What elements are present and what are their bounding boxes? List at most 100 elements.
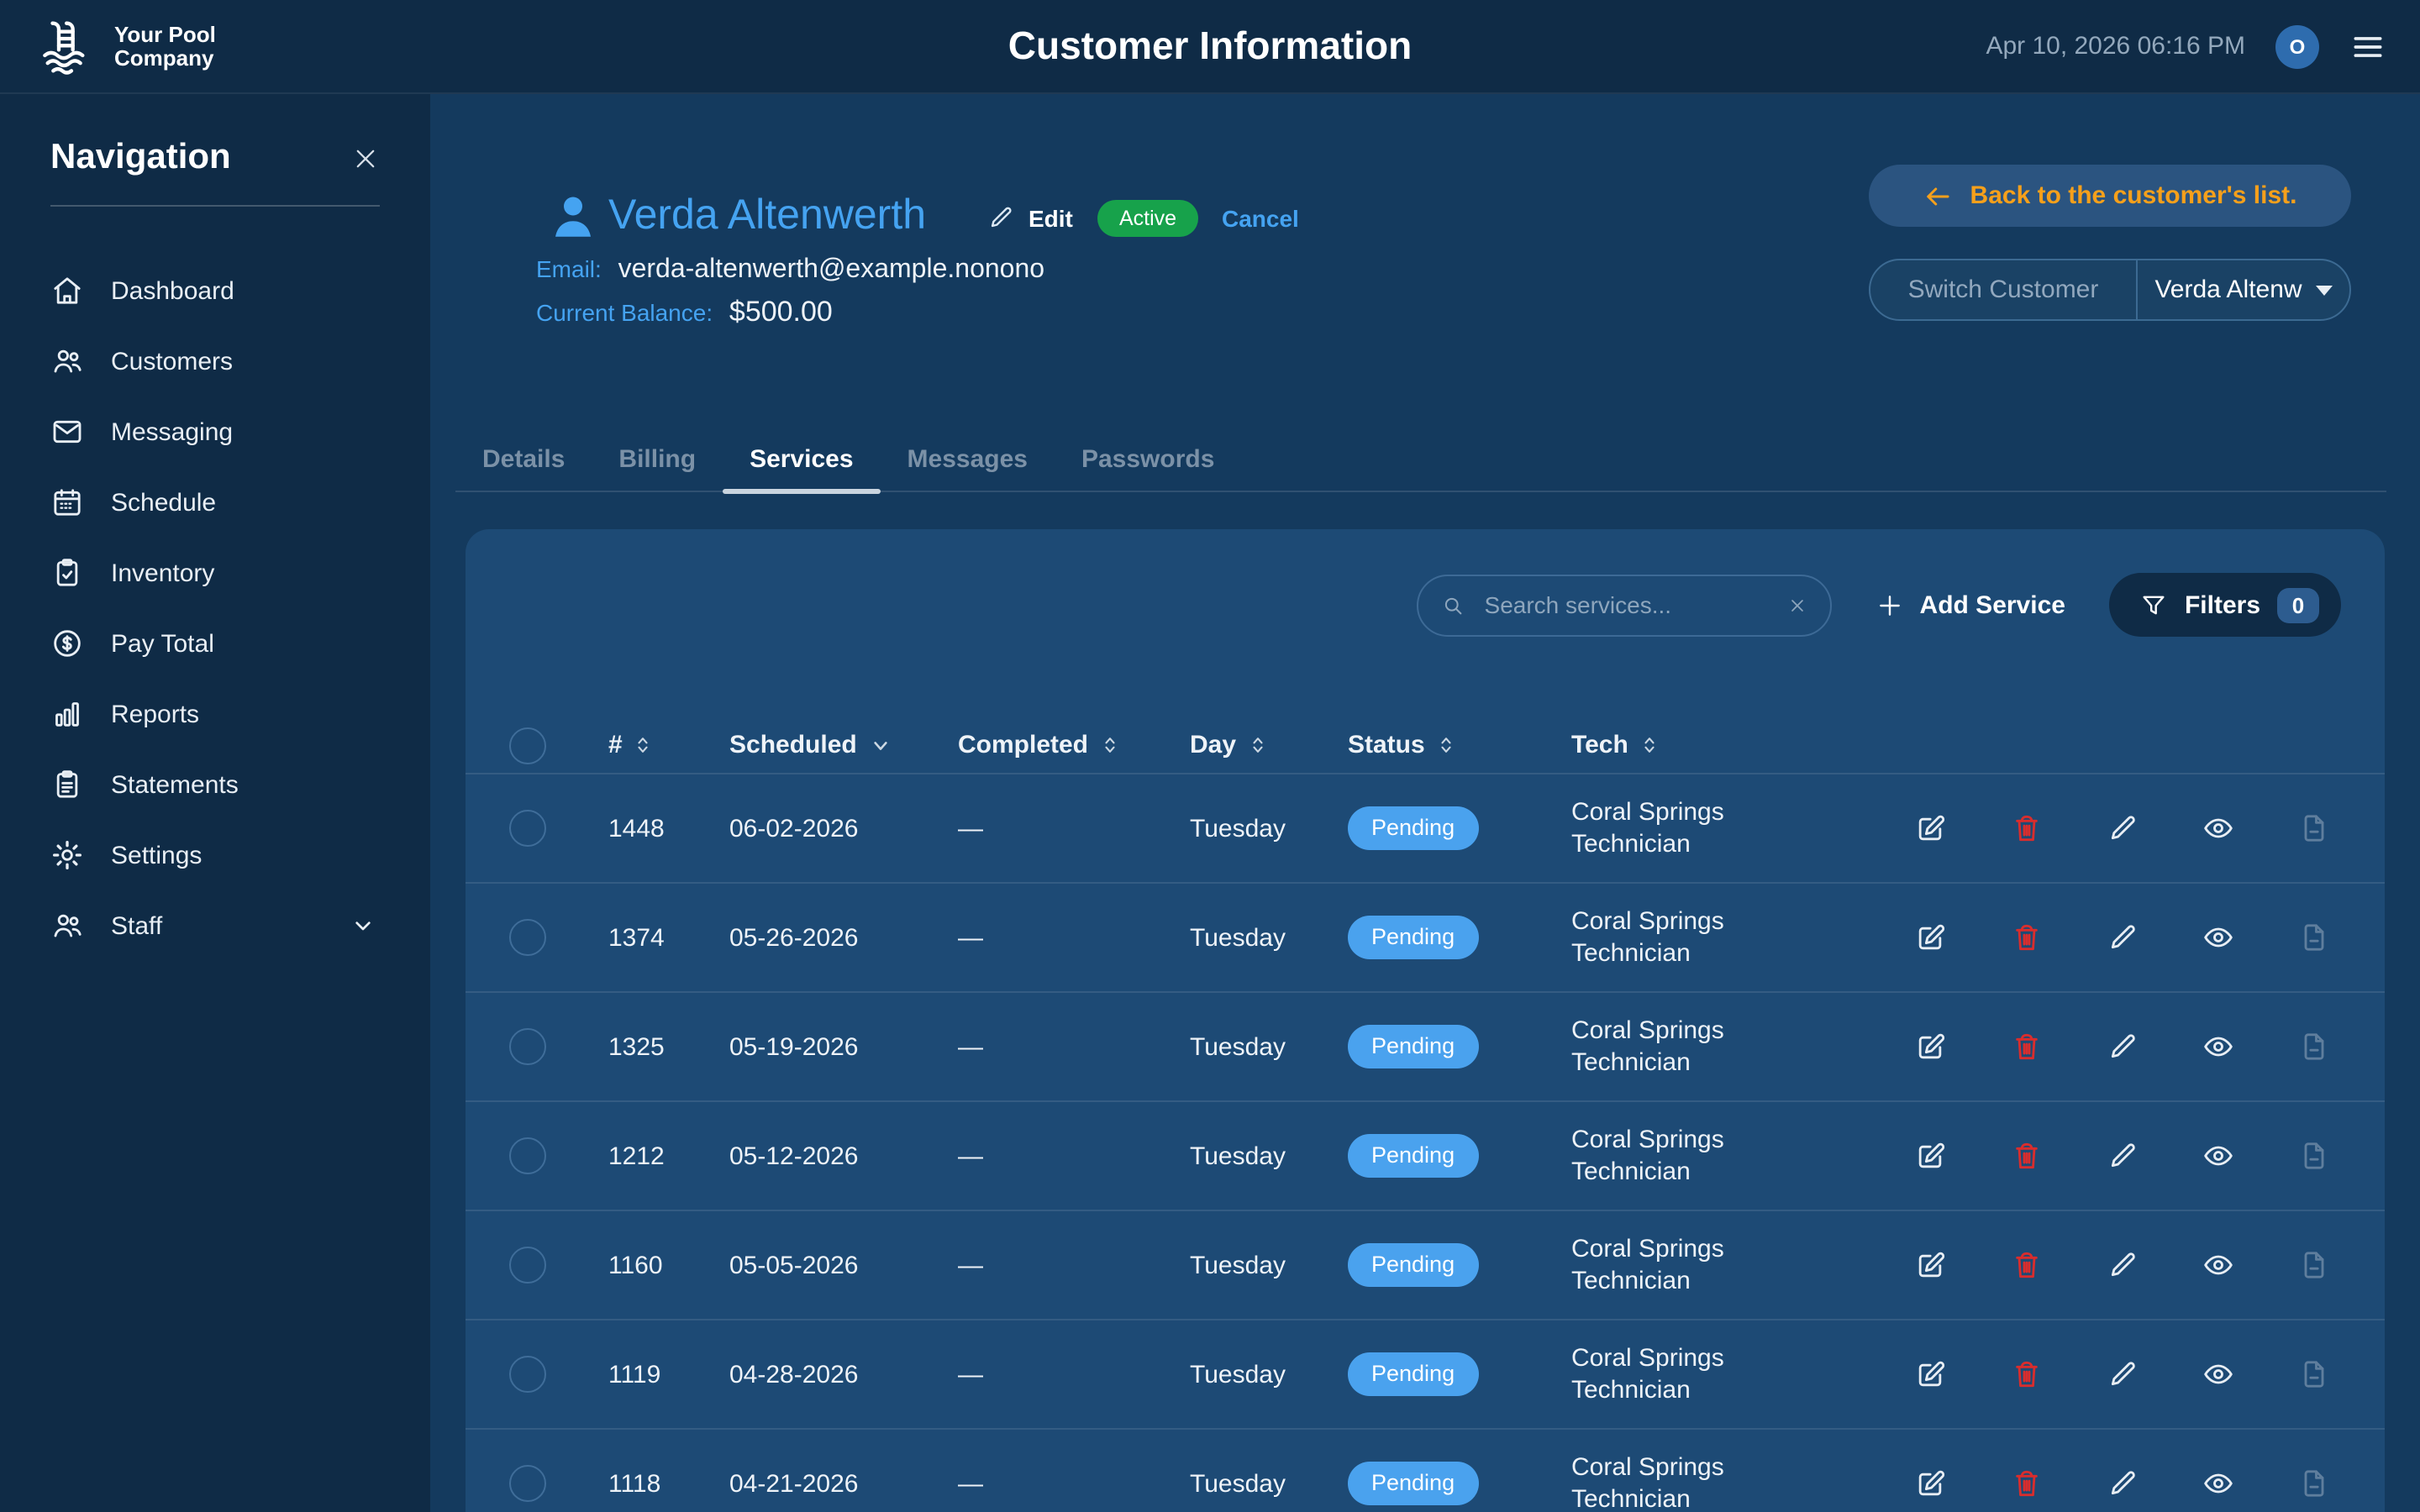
column-header-completed[interactable]: Completed	[958, 731, 1190, 759]
file-icon[interactable]	[2296, 1030, 2330, 1063]
column-header-scheduled[interactable]: Scheduled	[729, 731, 958, 759]
edit-square-icon[interactable]	[1915, 921, 1949, 954]
row-select-checkbox[interactable]	[509, 1137, 546, 1174]
file-icon[interactable]	[2296, 1357, 2330, 1391]
edit-square-icon[interactable]	[1915, 1467, 1949, 1500]
eye-icon[interactable]	[2202, 921, 2235, 954]
pencil-icon[interactable]	[2106, 1467, 2139, 1500]
pencil-icon[interactable]	[2106, 811, 2139, 845]
service-status-cell: Pending	[1348, 1462, 1571, 1505]
tech-name: Coral Springs Technician	[1571, 1015, 1770, 1079]
row-select-checkbox[interactable]	[509, 919, 546, 956]
sidebar-item-label: Staff	[111, 911, 162, 940]
column-header-day[interactable]: Day	[1190, 731, 1348, 759]
trash-icon[interactable]	[2010, 1357, 2044, 1391]
hamburger-menu-icon[interactable]	[2349, 28, 2386, 65]
users-icon	[50, 909, 84, 942]
sidebar-item-schedule[interactable]: Schedule	[50, 467, 380, 538]
edit-square-icon[interactable]	[1915, 1248, 1949, 1282]
sidebar-item-reports[interactable]: Reports	[50, 679, 380, 749]
file-icon[interactable]	[2296, 1139, 2330, 1173]
trash-icon[interactable]	[2010, 1467, 2044, 1500]
eye-icon[interactable]	[2202, 1357, 2235, 1391]
cancel-link[interactable]: Cancel	[1222, 205, 1299, 232]
brand-name: Your Pool Company	[114, 23, 216, 70]
eye-icon[interactable]	[2202, 811, 2235, 845]
clear-search-icon[interactable]	[1787, 594, 1809, 616]
pencil-icon	[986, 203, 1015, 232]
scheduled-date-cell: 06-02-2026	[729, 814, 958, 843]
file-icon[interactable]	[2296, 1248, 2330, 1282]
table-row: 111804-21-2026—TuesdayPendingCoral Sprin…	[466, 1430, 2385, 1512]
sidebar-item-pay-total[interactable]: Pay Total	[50, 608, 380, 679]
eye-icon[interactable]	[2202, 1139, 2235, 1173]
tab-messages[interactable]: Messages	[881, 428, 1055, 491]
edit-square-icon[interactable]	[1915, 1139, 1949, 1173]
edit-square-icon[interactable]	[1915, 1030, 1949, 1063]
pencil-icon[interactable]	[2106, 1030, 2139, 1063]
search-input[interactable]	[1481, 590, 1772, 620]
tab-services[interactable]: Services	[723, 428, 880, 491]
sidebar-item-messaging[interactable]: Messaging	[50, 396, 380, 467]
row-select-checkbox[interactable]	[509, 1356, 546, 1393]
sidebar-item-label: Messaging	[111, 417, 233, 446]
customer-select-dropdown[interactable]: Verda Altenw	[2138, 260, 2349, 319]
row-select-checkbox[interactable]	[509, 1247, 546, 1284]
tech-name: Coral Springs Technician	[1571, 1342, 1770, 1406]
switch-customer-label[interactable]: Switch Customer	[1870, 260, 2138, 319]
sidebar: Navigation DashboardCustomersMessagingSc…	[0, 94, 430, 1512]
app-window: Your Pool Company Customer Information A…	[0, 0, 2420, 1512]
status-pending-badge: Pending	[1348, 1462, 1478, 1505]
row-select-checkbox[interactable]	[509, 1465, 546, 1502]
service-status-cell: Pending	[1348, 1243, 1571, 1287]
eye-icon[interactable]	[2202, 1467, 2235, 1500]
tab-details[interactable]: Details	[455, 428, 592, 491]
add-service-label: Add Service	[1920, 591, 2065, 619]
row-select-checkbox[interactable]	[509, 1028, 546, 1065]
tab-passwords[interactable]: Passwords	[1055, 428, 1241, 491]
edit-customer-button[interactable]: Edit	[986, 203, 1073, 232]
select-all-checkbox[interactable]	[509, 727, 546, 764]
eye-icon[interactable]	[2202, 1248, 2235, 1282]
sidebar-item-customers[interactable]: Customers	[50, 326, 380, 396]
pencil-icon[interactable]	[2106, 1248, 2139, 1282]
trash-icon[interactable]	[2010, 1248, 2044, 1282]
user-avatar[interactable]: O	[2275, 24, 2319, 68]
file-icon[interactable]	[2296, 811, 2330, 845]
column-header-status[interactable]: Status	[1348, 731, 1571, 759]
trash-icon[interactable]	[2010, 1139, 2044, 1173]
row-actions	[1877, 1467, 2385, 1500]
filters-button[interactable]: Filters 0	[2109, 573, 2341, 637]
customer-tabs: DetailsBillingServicesMessagesPasswords	[455, 428, 2386, 492]
add-service-button[interactable]: Add Service	[1876, 591, 2065, 619]
eye-icon[interactable]	[2202, 1030, 2235, 1063]
edit-square-icon[interactable]	[1915, 811, 1949, 845]
sidebar-item-settings[interactable]: Settings	[50, 820, 380, 890]
file-icon[interactable]	[2296, 1467, 2330, 1500]
trash-icon[interactable]	[2010, 921, 2044, 954]
sidebar-item-dashboard[interactable]: Dashboard	[50, 255, 380, 326]
completed-date-cell: —	[958, 1469, 1190, 1498]
switch-customer-control[interactable]: Switch Customer Verda Altenw	[1869, 259, 2351, 321]
bar-chart-icon	[50, 697, 84, 731]
service-tech-cell: Coral Springs Technician	[1571, 1124, 1877, 1188]
edit-square-icon[interactable]	[1915, 1357, 1949, 1391]
file-icon[interactable]	[2296, 921, 2330, 954]
pencil-icon[interactable]	[2106, 1139, 2139, 1173]
trash-icon[interactable]	[2010, 811, 2044, 845]
close-icon[interactable]	[351, 144, 380, 172]
sidebar-item-staff[interactable]: Staff	[50, 890, 380, 961]
tab-billing[interactable]: Billing	[592, 428, 723, 491]
sidebar-item-statements[interactable]: Statements	[50, 749, 380, 820]
pencil-icon[interactable]	[2106, 921, 2139, 954]
column-header-tech[interactable]: Tech	[1571, 729, 1877, 761]
trash-icon[interactable]	[2010, 1030, 2044, 1063]
service-tech-cell: Coral Springs Technician	[1571, 1233, 1877, 1297]
row-select-checkbox[interactable]	[509, 810, 546, 847]
back-to-customers-button[interactable]: Back to the customer's list.	[1869, 165, 2351, 227]
pencil-icon[interactable]	[2106, 1357, 2139, 1391]
column-header-text: Completed	[958, 731, 1088, 759]
sidebar-item-inventory[interactable]: Inventory	[50, 538, 380, 608]
column-header-[interactable]: #	[608, 731, 729, 759]
table-row: 111904-28-2026—TuesdayPendingCoral Sprin…	[466, 1320, 2385, 1430]
